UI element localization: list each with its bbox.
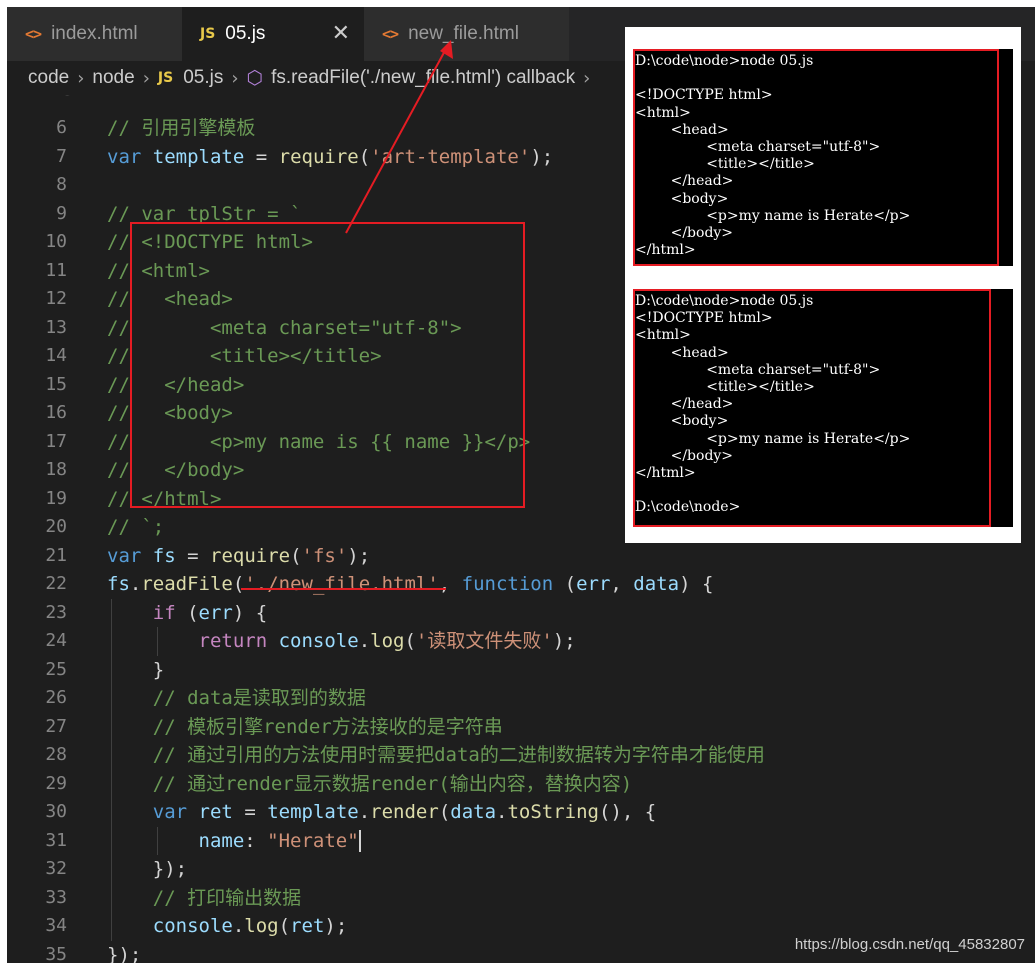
indent-guide [157, 627, 158, 656]
line-number: 10 [45, 231, 67, 252]
line-number: 11 [45, 259, 67, 281]
line-number: 28 [45, 744, 67, 765]
chevron-right-icon: › [231, 67, 239, 89]
line-number: 22 [45, 573, 67, 594]
line-number: 8 [56, 174, 67, 195]
tab-new-file-html[interactable]: <> new_file.html [364, 7, 569, 61]
code-line[interactable]: 22 fs.readFile('./new_file.html', functio… [7, 570, 1035, 599]
tab-index-html[interactable]: <> index.html [7, 7, 182, 61]
code-text[interactable]: var ret = template.render(data.toString(… [107, 798, 656, 827]
code-text[interactable]: // 通过render显示数据render(输出内容，替换内容) [107, 770, 632, 799]
code-text[interactable]: console.log(ret); [107, 912, 348, 941]
code-line[interactable]: 30 var ret = template.render(data.toStri… [7, 798, 1035, 827]
line-number: 20 [45, 516, 67, 537]
text-cursor [358, 830, 361, 852]
annotation-underline [241, 588, 446, 590]
annotation-box-terminal-1 [633, 49, 999, 266]
line-number: 32 [45, 858, 67, 879]
breadcrumb-folder-code[interactable]: code [28, 67, 69, 89]
code-text[interactable]: // `; [107, 513, 164, 542]
line-number: 18 [45, 459, 67, 480]
code-line[interactable]: 27 // 模板引擎render方法接收的是字符串 [7, 713, 1035, 742]
close-icon[interactable]: ✕ [332, 20, 350, 46]
html-file-icon: <> [382, 25, 399, 43]
code-text[interactable]: } [107, 656, 164, 685]
line-number: 33 [45, 886, 67, 908]
code-text[interactable]: // 打印输出数据 [107, 884, 301, 913]
line-number: 21 [45, 544, 67, 566]
code-line[interactable]: 32 }); [7, 855, 1035, 884]
line-number: 9 [56, 202, 67, 224]
line-number: 19 [45, 487, 67, 509]
tab-label: new_file.html [408, 23, 519, 44]
annotation-box-terminal-2 [633, 289, 991, 527]
chevron-right-icon: › [77, 67, 85, 89]
line-number: 31 [45, 829, 67, 851]
code-line[interactable]: 26 // data是读取到的数据 [7, 684, 1035, 713]
code-line[interactable]: 23 if (err) { [7, 599, 1035, 628]
line-number: 15 [45, 373, 67, 395]
line-number: 24 [45, 630, 67, 651]
breadcrumb-folder-node[interactable]: node [92, 67, 134, 89]
symbol-method-icon: ⬡ [246, 67, 264, 89]
code-text[interactable]: }); [107, 941, 141, 963]
tab-05-js[interactable]: JS 05.js ✕ [182, 7, 364, 61]
js-file-icon: JS [200, 26, 216, 42]
code-text[interactable]: // data是读取到的数据 [107, 684, 366, 713]
annotation-box-template [130, 222, 525, 508]
line-number: 14 [45, 345, 67, 366]
annotation-underline [280, 160, 570, 162]
tab-label: 05.js [225, 23, 266, 44]
line-number: 35 [45, 943, 67, 963]
terminal-screenshot-panel: D:\code\node>node 05.js <!DOCTYPE html> <h… [625, 27, 1021, 543]
code-text[interactable]: // 通过引用的方法使用时需要把data的二进制数据转为字符串才能使用 [107, 741, 765, 770]
code-line[interactable]: 25 } [7, 656, 1035, 685]
line-number: 7 [56, 145, 67, 167]
line-number: 26 [45, 687, 67, 708]
line-number: 25 [45, 658, 67, 680]
indent-guide [111, 598, 112, 941]
line-number: 34 [45, 915, 67, 936]
breadcrumb-file[interactable]: 05.js [183, 67, 223, 89]
code-line[interactable]: 28 // 通过引用的方法使用时需要把data的二进制数据转为字符串才能使用 [7, 741, 1035, 770]
breadcrumb-symbol[interactable]: fs.readFile('./new_file.html') callback [271, 67, 575, 89]
line-number: 17 [45, 430, 67, 452]
line-number: 30 [45, 801, 67, 822]
code-line[interactable]: 33 // 打印输出数据 [7, 884, 1035, 913]
code-text[interactable]: // 模板引擎render方法接收的是字符串 [107, 713, 503, 742]
line-number: 23 [45, 601, 67, 623]
code-text[interactable]: var fs = require('fs'); [107, 542, 370, 571]
html-file-icon: <> [25, 25, 42, 43]
chevron-right-icon: › [142, 67, 150, 89]
code-text[interactable]: name: "Herate" [107, 827, 361, 856]
line-number: 27 [45, 715, 67, 737]
js-file-icon: JS [157, 70, 174, 86]
code-text[interactable]: // 引用引擎模板 [107, 114, 255, 143]
line-number: 16 [45, 402, 67, 423]
code-line[interactable]: 29 // 通过render显示数据render(输出内容，替换内容) [7, 770, 1035, 799]
line-number: 29 [45, 772, 67, 794]
tab-label: index.html [51, 23, 138, 44]
code-line[interactable]: 21 var fs = require('fs'); [7, 542, 1035, 571]
line-number: 5 [63, 95, 74, 100]
line-number: 6 [56, 117, 67, 138]
watermark: https://blog.csdn.net/qq_45832807 [794, 936, 1025, 953]
editor-window: <> index.html JS 05.js ✕ <> new_file.htm… [7, 7, 1035, 963]
code-text[interactable]: if (err) { [107, 599, 267, 628]
chevron-right-icon: › [583, 67, 591, 89]
code-text[interactable]: return console.log('读取文件失败'); [107, 627, 576, 656]
code-text[interactable]: }); [107, 855, 187, 884]
code-line[interactable]: 31 name: "Herate" [7, 827, 1035, 856]
indent-guide [157, 826, 158, 855]
line-number: 13 [45, 316, 67, 338]
line-number: 12 [45, 288, 67, 309]
code-line[interactable]: 24 return console.log('读取文件失败'); [7, 627, 1035, 656]
code-text[interactable]: fs.readFile('./new_file.html', function … [107, 570, 713, 599]
code-text[interactable]: var template = require('art-template'); [107, 143, 553, 172]
